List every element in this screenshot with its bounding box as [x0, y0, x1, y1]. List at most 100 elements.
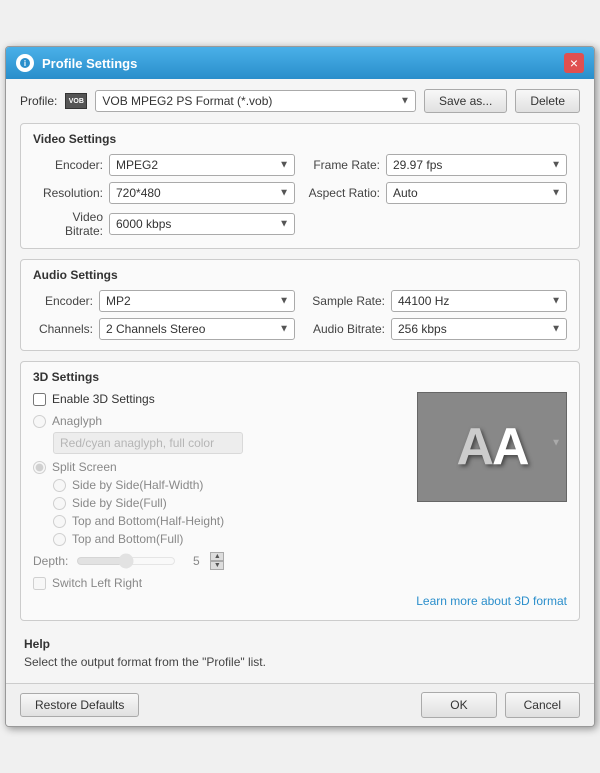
- profile-select-wrap: VOB MPEG2 PS Format (*.vob) ▼: [95, 90, 416, 112]
- anaglyph-sub-wrap: Red/cyan anaglyph, full color ▼: [53, 432, 567, 454]
- delete-button[interactable]: Delete: [515, 89, 580, 113]
- sample-rate-row: Sample Rate: 44100 Hz ▼: [305, 290, 567, 312]
- app-icon: i: [16, 54, 34, 72]
- cancel-button[interactable]: Cancel: [505, 692, 580, 718]
- enable-3d-checkbox[interactable]: [33, 393, 46, 406]
- video-right-col: Frame Rate: 29.97 fps ▼ Aspect Ratio:: [305, 154, 567, 238]
- audio-settings-title: Audio Settings: [33, 268, 567, 282]
- video-bitrate-row: Video Bitrate: 6000 kbps ▼: [33, 210, 295, 238]
- audio-encoder-select[interactable]: MP2: [99, 290, 295, 312]
- audio-bitrate-row: Audio Bitrate: 256 kbps ▼: [305, 318, 567, 340]
- audio-right-col: Sample Rate: 44100 Hz ▼ Audio Bitrate:: [305, 290, 567, 340]
- learn-more-link[interactable]: Learn more about 3D format: [33, 594, 567, 608]
- depth-label: Depth:: [33, 554, 68, 568]
- encoder-select[interactable]: MPEG2: [109, 154, 295, 176]
- enable-3d-row: Enable 3D Settings: [33, 392, 407, 406]
- side-by-side-full-radio[interactable]: [53, 497, 66, 510]
- dialog-title: Profile Settings: [42, 56, 564, 71]
- side-by-side-full-label: Side by Side(Full): [72, 496, 167, 510]
- anaglyph-sub-select[interactable]: Red/cyan anaglyph, full color: [53, 432, 243, 454]
- video-bitrate-select-wrap: 6000 kbps ▼: [109, 213, 295, 235]
- channels-select-wrap: 2 Channels Stereo ▼: [99, 318, 295, 340]
- dialog-body: Profile: VOB VOB MPEG2 PS Format (*.vob)…: [6, 79, 594, 683]
- audio-bitrate-label: Audio Bitrate:: [305, 322, 385, 336]
- top-bottom-half-radio[interactable]: [53, 515, 66, 528]
- side-by-side-half-label: Side by Side(Half-Width): [72, 478, 203, 492]
- channels-select[interactable]: 2 Channels Stereo: [99, 318, 295, 340]
- 3d-settings-title: 3D Settings: [33, 370, 567, 384]
- depth-num-wrap: 5 ▲ ▼: [184, 552, 224, 570]
- audio-bitrate-select[interactable]: 256 kbps: [391, 318, 567, 340]
- 3d-content: AA Enable 3D Settings Anaglyph Red/cyan …: [33, 392, 567, 590]
- audio-left-col: Encoder: MP2 ▼ Channels: 2 Channels: [33, 290, 295, 340]
- settings-3d-section: 3D Settings AA Enable 3D Settings Anagly…: [20, 361, 580, 621]
- audio-encoder-select-wrap: MP2 ▼: [99, 290, 295, 312]
- resolution-row: Resolution: 720*480 ▼: [33, 182, 295, 204]
- audio-encoder-label: Encoder:: [33, 294, 93, 308]
- top-bottom-full-label: Top and Bottom(Full): [72, 532, 183, 546]
- profile-row: Profile: VOB VOB MPEG2 PS Format (*.vob)…: [20, 89, 580, 113]
- frame-rate-select[interactable]: 29.97 fps: [386, 154, 567, 176]
- profile-label: Profile:: [20, 94, 57, 108]
- svg-text:i: i: [24, 59, 26, 68]
- enable-3d-label: Enable 3D Settings: [52, 392, 155, 406]
- frame-rate-select-wrap: 29.97 fps ▼: [386, 154, 567, 176]
- resolution-label: Resolution:: [33, 186, 103, 200]
- audio-settings-grid: Encoder: MP2 ▼ Channels: 2 Channels: [33, 290, 567, 340]
- sample-rate-select[interactable]: 44100 Hz: [391, 290, 567, 312]
- side-by-side-half-radio[interactable]: [53, 479, 66, 492]
- ok-button[interactable]: OK: [421, 692, 496, 718]
- help-text: Select the output format from the "Profi…: [24, 655, 576, 669]
- anaglyph-radio[interactable]: [33, 415, 46, 428]
- switch-row: Switch Left Right: [33, 576, 567, 590]
- audio-encoder-row: Encoder: MP2 ▼: [33, 290, 295, 312]
- top-bottom-full-radio[interactable]: [53, 533, 66, 546]
- help-title: Help: [24, 637, 576, 651]
- audio-bitrate-select-wrap: 256 kbps ▼: [391, 318, 567, 340]
- profile-icon: VOB: [65, 93, 87, 109]
- sample-rate-label: Sample Rate:: [305, 294, 385, 308]
- dialog-footer: Restore Defaults OK Cancel: [6, 683, 594, 726]
- anaglyph-row: Anaglyph: [33, 414, 407, 428]
- switch-left-right-label: Switch Left Right: [52, 576, 142, 590]
- depth-row: Depth: 5 ▲ ▼: [33, 552, 567, 570]
- audio-settings-section: Audio Settings Encoder: MP2 ▼ Channels:: [20, 259, 580, 351]
- split-screen-row: Split Screen: [33, 460, 407, 474]
- depth-down-button[interactable]: ▼: [210, 561, 224, 570]
- footer-right: OK Cancel: [421, 692, 580, 718]
- top-bottom-half-row: Top and Bottom(Half-Height): [53, 514, 567, 528]
- switch-left-right-checkbox[interactable]: [33, 577, 46, 590]
- top-bottom-full-row: Top and Bottom(Full): [53, 532, 567, 546]
- channels-row: Channels: 2 Channels Stereo ▼: [33, 318, 295, 340]
- resolution-select[interactable]: 720*480: [109, 182, 295, 204]
- profile-settings-dialog: i Profile Settings × Profile: VOB VOB MP…: [5, 46, 595, 727]
- frame-rate-label: Frame Rate:: [305, 158, 380, 172]
- side-by-side-half-row: Side by Side(Half-Width): [53, 478, 407, 492]
- channels-label: Channels:: [33, 322, 93, 336]
- depth-up-button[interactable]: ▲: [210, 552, 224, 561]
- depth-value: 5: [184, 554, 208, 568]
- help-section: Help Select the output format from the "…: [20, 631, 580, 673]
- title-bar: i Profile Settings ×: [6, 47, 594, 79]
- depth-spinner: ▲ ▼: [210, 552, 224, 570]
- depth-slider[interactable]: [76, 553, 176, 569]
- save-as-button[interactable]: Save as...: [424, 89, 507, 113]
- split-screen-radio[interactable]: [33, 461, 46, 474]
- profile-select[interactable]: VOB MPEG2 PS Format (*.vob): [95, 90, 416, 112]
- video-settings-title: Video Settings: [33, 132, 567, 146]
- encoder-label: Encoder:: [33, 158, 103, 172]
- split-screen-label: Split Screen: [52, 460, 117, 474]
- close-button[interactable]: ×: [564, 53, 584, 73]
- aspect-ratio-select[interactable]: Auto: [386, 182, 567, 204]
- anaglyph-sub-arrow-icon: ▼: [551, 438, 561, 449]
- video-left-col: Encoder: MPEG2 ▼ Resolution: 720*480: [33, 154, 295, 238]
- aspect-ratio-row: Aspect Ratio: Auto ▼: [305, 182, 567, 204]
- video-bitrate-select[interactable]: 6000 kbps: [109, 213, 295, 235]
- side-by-side-full-row: Side by Side(Full): [53, 496, 407, 510]
- restore-defaults-button[interactable]: Restore Defaults: [20, 693, 139, 717]
- video-bitrate-label: Video Bitrate:: [33, 210, 103, 238]
- video-settings-grid: Encoder: MPEG2 ▼ Resolution: 720*480: [33, 154, 567, 238]
- resolution-select-wrap: 720*480 ▼: [109, 182, 295, 204]
- frame-rate-row: Frame Rate: 29.97 fps ▼: [305, 154, 567, 176]
- sample-rate-select-wrap: 44100 Hz ▼: [391, 290, 567, 312]
